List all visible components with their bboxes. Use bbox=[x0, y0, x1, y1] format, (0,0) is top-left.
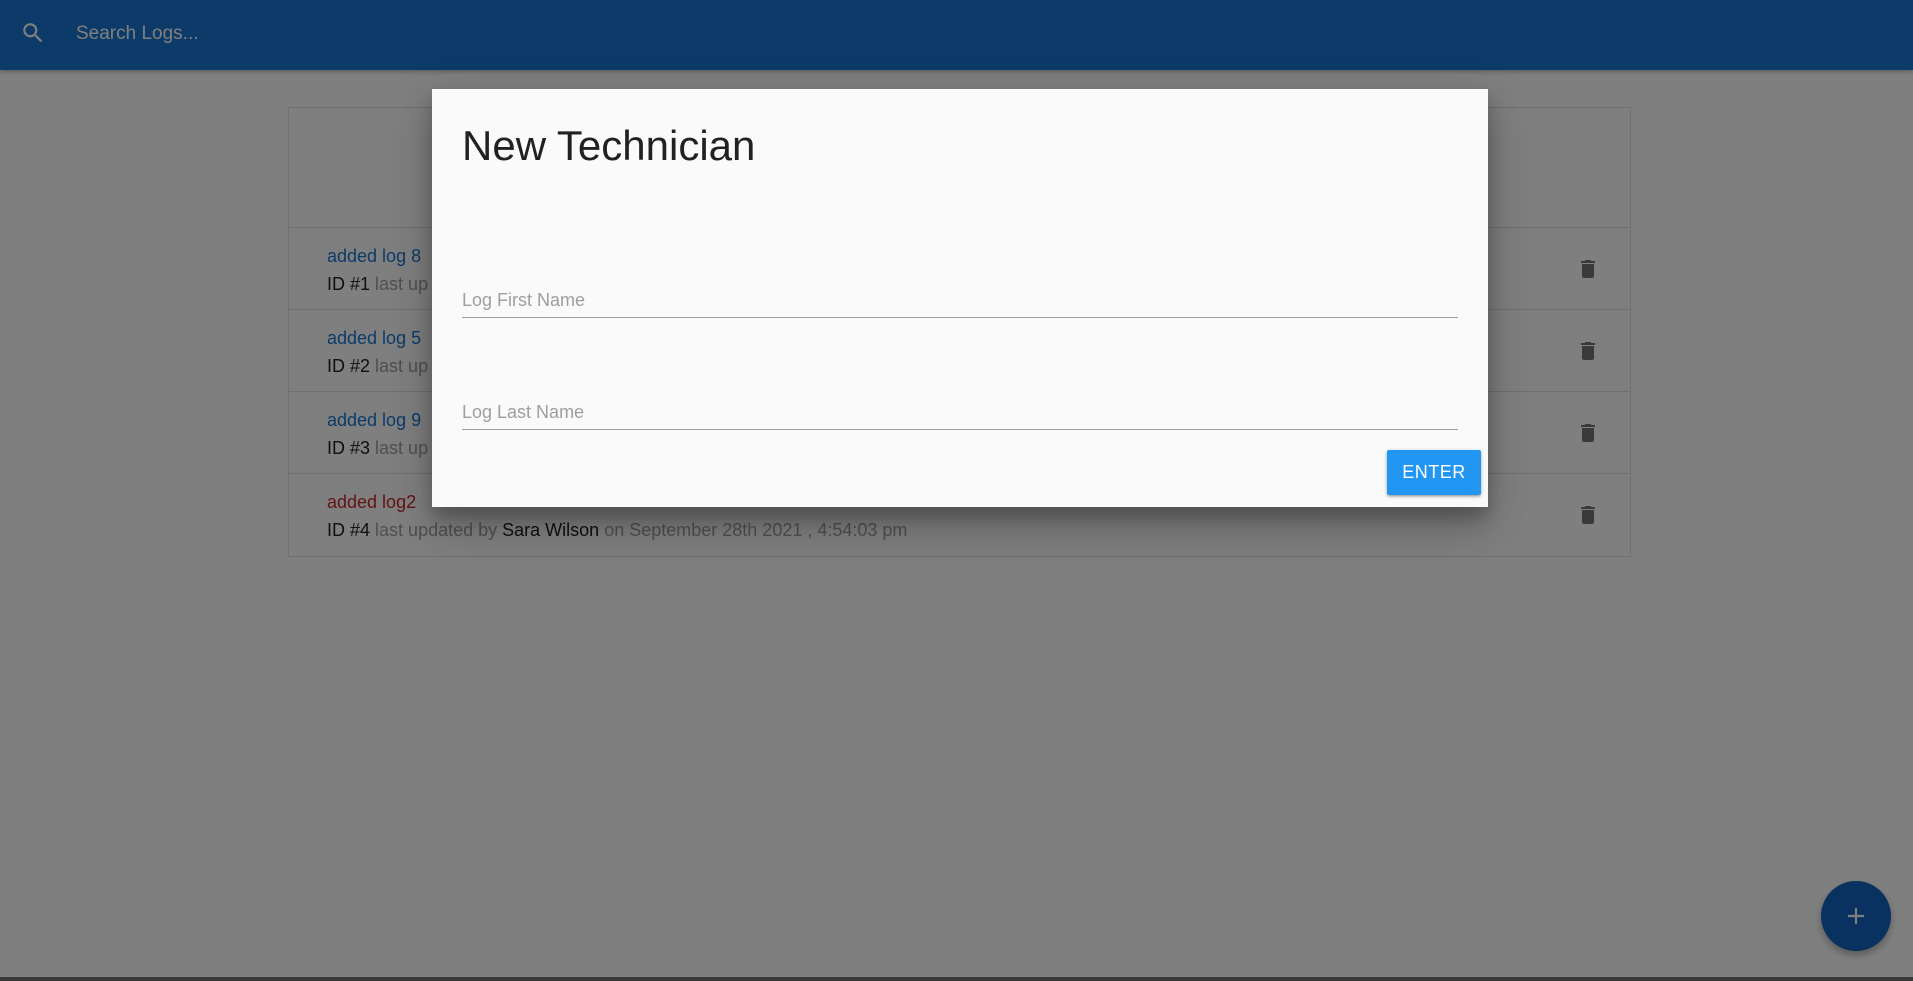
first-name-input[interactable] bbox=[462, 283, 1458, 317]
new-technician-modal: New Technician ENTER bbox=[432, 89, 1488, 507]
first-name-field bbox=[462, 283, 1458, 318]
last-name-field bbox=[462, 395, 1458, 430]
last-name-input[interactable] bbox=[462, 395, 1458, 429]
enter-button[interactable]: ENTER bbox=[1387, 450, 1481, 495]
modal-title: New Technician bbox=[462, 122, 756, 169]
bottom-bar bbox=[0, 977, 1913, 981]
